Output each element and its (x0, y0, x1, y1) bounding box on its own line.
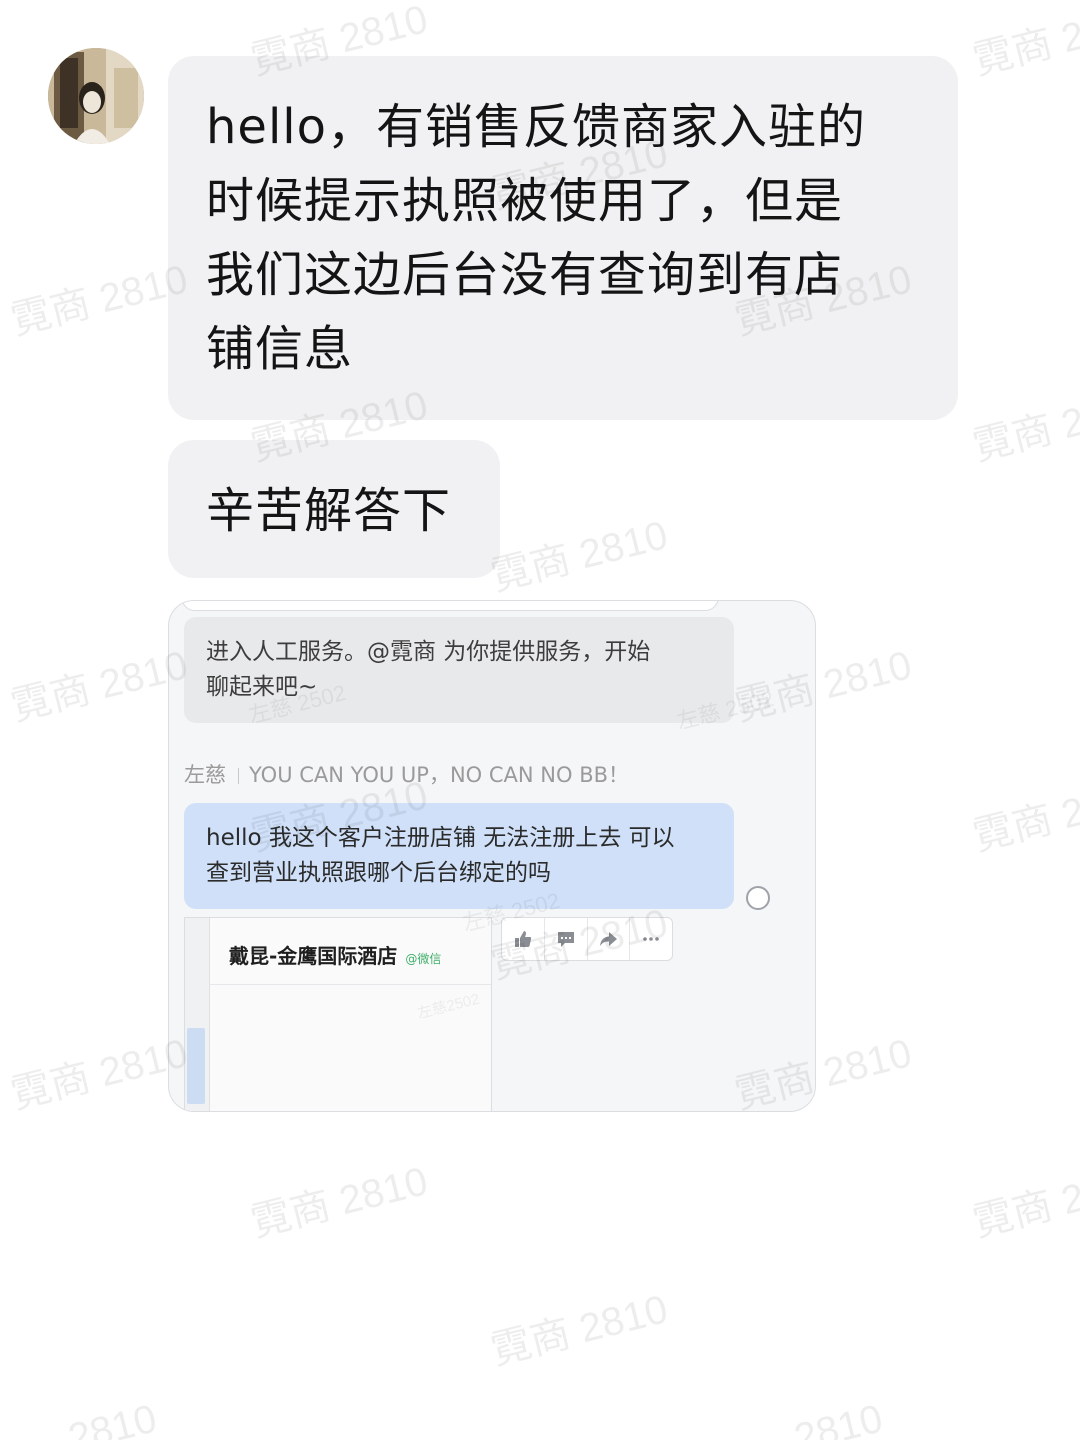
user-message-line: hello 我这个客户注册店铺 无法注册上去 可以 (206, 825, 675, 851)
more-button[interactable] (630, 918, 672, 960)
message-bubble-thanks[interactable]: 辛苦解答下 (168, 440, 500, 578)
message-bubble-question[interactable]: hello，有销售反馈商家入驻的 时候提示执照被使用了，但是 我们这边后台没有查… (168, 56, 958, 420)
watermark: 霓商 2810 (246, 1159, 433, 1246)
card-side-strip (185, 918, 210, 1111)
separator (238, 768, 239, 784)
watermark: 霓商 2810 (6, 1031, 193, 1118)
card-divider (209, 984, 491, 985)
watermark: 霓商 2810 (6, 643, 193, 730)
watermark: 霓商 2810 (486, 1287, 673, 1374)
message-action-bar (501, 917, 673, 961)
avatar-photo (48, 48, 144, 144)
watermark: 霓商 2810 (6, 257, 193, 344)
comment-button[interactable] (545, 918, 588, 960)
watermark: 霓商 2 (968, 1175, 1080, 1246)
watermark: 霓商 2 (968, 789, 1080, 860)
image-message-screenshot[interactable]: 进入人工服务。@霓商 为你提供服务，开始 聊起来吧~ 左慈 YOU CAN YOU… (168, 600, 816, 1112)
message-text: 辛苦解答下 (206, 483, 452, 539)
more-icon (643, 937, 659, 941)
thumbs-up-icon (514, 931, 531, 947)
select-circle (746, 886, 770, 910)
sender-signature: YOU CAN YOU UP，NO CAN NO BB！ (249, 763, 630, 787)
contact-card: 戴昆-金鹰国际酒店 @微信 (184, 917, 492, 1111)
system-message: 进入人工服务。@霓商 为你提供服务，开始 聊起来吧~ (184, 617, 734, 723)
user-message: hello 我这个客户注册店铺 无法注册上去 可以 查到营业执照跟哪个后台绑定的… (184, 803, 734, 909)
sender-header: 左慈 YOU CAN YOU UP，NO CAN NO BB！ (184, 761, 629, 789)
forward-button[interactable] (588, 918, 631, 960)
card-title-text: 戴昆-金鹰国际酒店 (229, 944, 398, 968)
user-message-line: 查到营业执照跟哪个后台绑定的吗 (206, 860, 551, 886)
card-title: 戴昆-金鹰国际酒店 @微信 (229, 940, 441, 969)
watermark: 霓商 2 (968, 13, 1080, 84)
watermark: 2810 (64, 1396, 161, 1440)
watermark: 霓商 2810 (486, 513, 673, 600)
sender-avatar[interactable] (48, 48, 144, 144)
watermark: 2810 (790, 1396, 887, 1440)
chat-screen: hello，有销售反馈商家入驻的 时候提示执照被使用了，但是 我们这边后台没有查… (0, 0, 1080, 1440)
message-line: 时候提示执照被使用了，但是 (206, 173, 844, 229)
comment-icon (557, 932, 574, 947)
system-message-line: 进入人工服务。@霓商 为你提供服务，开始 (206, 639, 651, 665)
message-line: hello，有销售反馈商家入驻的 (206, 99, 866, 155)
selection-indicator (187, 1028, 205, 1104)
message-line: 我们这边后台没有查询到有店 (206, 247, 844, 303)
card-tag: @微信 (405, 952, 442, 966)
previous-card-edge (181, 601, 719, 611)
like-button[interactable] (502, 918, 545, 960)
system-message-line: 聊起来吧~ (206, 674, 318, 700)
sender-name: 左慈 (184, 763, 226, 787)
watermark: 霓商 2 (968, 399, 1080, 470)
message-line: 铺信息 (206, 321, 354, 377)
forward-icon (600, 932, 618, 946)
